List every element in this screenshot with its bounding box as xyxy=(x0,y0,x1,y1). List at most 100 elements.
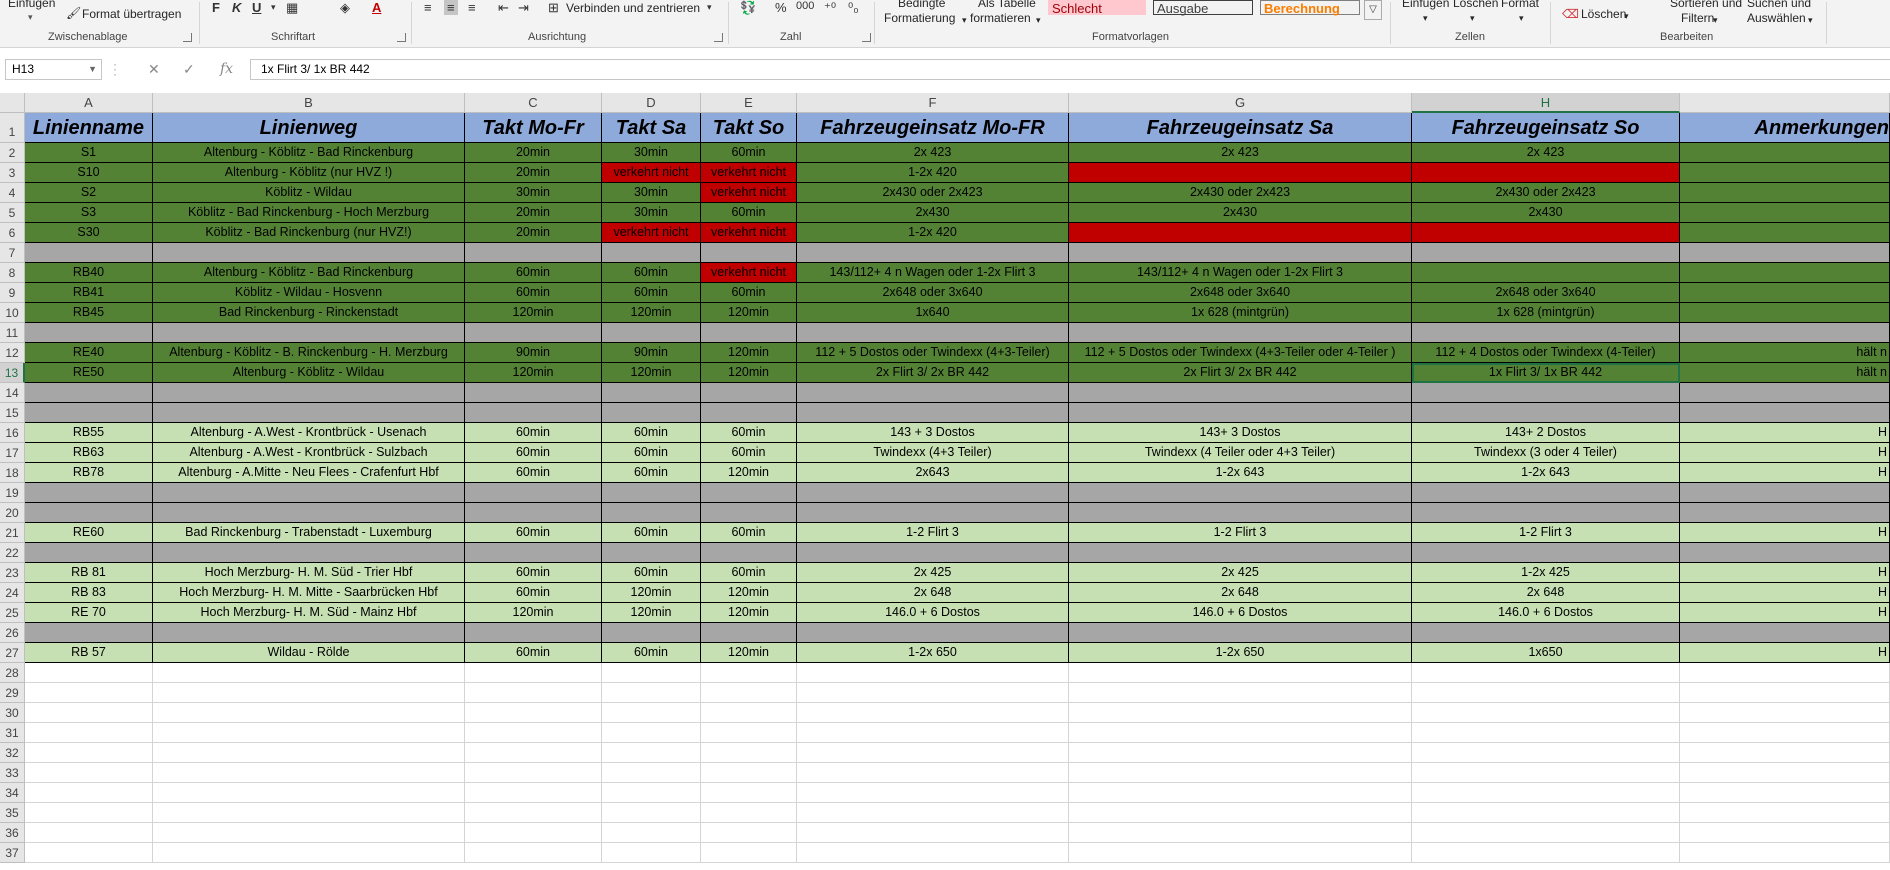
table-cell[interactable] xyxy=(1680,283,1890,303)
table-cell[interactable] xyxy=(701,723,797,743)
table-cell[interactable] xyxy=(465,663,602,683)
table-cell[interactable] xyxy=(153,703,465,723)
table-cell[interactable]: 20min xyxy=(465,143,602,163)
row-header[interactable]: 13 xyxy=(0,363,25,383)
row-header[interactable]: 18 xyxy=(0,463,25,483)
table-cell[interactable] xyxy=(602,243,701,263)
table-cell[interactable]: 30min xyxy=(602,183,701,203)
table-cell[interactable]: 60min xyxy=(465,283,602,303)
table-cell[interactable] xyxy=(1412,623,1680,643)
row-header[interactable]: 14 xyxy=(0,383,25,403)
table-cell[interactable] xyxy=(1069,483,1412,503)
decrease-indent-icon[interactable]: ⇤ xyxy=(498,0,509,16)
table-cell[interactable]: 60min xyxy=(602,443,701,463)
table-cell[interactable]: 2x Flirt 3/ 2x BR 442 xyxy=(797,363,1069,383)
row-header[interactable]: 29 xyxy=(0,683,25,703)
table-cell[interactable] xyxy=(1069,763,1412,783)
column-header[interactable]: H xyxy=(1412,93,1680,113)
row-header[interactable]: 21 xyxy=(0,523,25,543)
table-cell[interactable] xyxy=(1069,503,1412,523)
table-cell[interactable]: Köblitz - Wildau xyxy=(153,183,465,203)
table-cell[interactable]: 1-2x 650 xyxy=(1069,643,1412,663)
table-cell[interactable] xyxy=(1680,403,1890,423)
header-cell[interactable]: Linienweg xyxy=(153,113,465,143)
clipboard-launcher-icon[interactable] xyxy=(183,33,192,42)
table-cell[interactable]: Altenburg - Köblitz - Wildau xyxy=(153,363,465,383)
table-cell[interactable] xyxy=(153,403,465,423)
row-header[interactable]: 27 xyxy=(0,643,25,663)
table-cell[interactable]: 1-2 Flirt 3 xyxy=(1412,523,1680,543)
table-cell[interactable]: verkehrt nicht xyxy=(701,263,797,283)
table-cell[interactable] xyxy=(797,383,1069,403)
table-cell[interactable]: Altenburg - Köblitz - Bad Rinckenburg xyxy=(153,143,465,163)
delete-cells-button[interactable]: Löschen xyxy=(1453,0,1498,10)
table-cell[interactable]: 143+ 3 Dostos xyxy=(1069,423,1412,443)
table-cell[interactable]: 2x 425 xyxy=(1069,563,1412,583)
table-cell[interactable] xyxy=(25,763,153,783)
row-header[interactable]: 11 xyxy=(0,323,25,343)
table-cell[interactable]: 120min xyxy=(602,303,701,323)
table-cell[interactable] xyxy=(1412,383,1680,403)
table-cell[interactable] xyxy=(1680,383,1890,403)
table-cell[interactable] xyxy=(701,503,797,523)
table-cell[interactable] xyxy=(1680,803,1890,823)
accounting-format-icon[interactable]: 💱 xyxy=(740,0,756,16)
table-cell[interactable]: 30min xyxy=(465,183,602,203)
table-cell[interactable]: 120min xyxy=(701,343,797,363)
table-cell[interactable]: Twindexx (4 Teiler oder 4+3 Teiler) xyxy=(1069,443,1412,463)
column-header[interactable] xyxy=(1680,93,1890,113)
table-cell[interactable] xyxy=(1412,483,1680,503)
table-cell[interactable]: RE50 xyxy=(25,363,153,383)
conditional-dropdown-icon[interactable]: ▾ xyxy=(962,13,967,27)
table-cell[interactable]: 2x648 oder 3x640 xyxy=(1069,283,1412,303)
formula-input[interactable]: 1x Flirt 3/ 1x BR 442 xyxy=(250,59,1890,80)
table-cell[interactable] xyxy=(465,323,602,343)
table-cell[interactable]: RB41 xyxy=(25,283,153,303)
header-cell[interactable]: Fahrzeugeinsatz Sa xyxy=(1069,113,1412,143)
table-cell[interactable] xyxy=(1412,803,1680,823)
table-cell[interactable] xyxy=(25,723,153,743)
increase-indent-icon[interactable]: ⇥ xyxy=(518,0,529,16)
table-cell[interactable] xyxy=(1412,843,1680,863)
table-cell[interactable]: Twindexx (4+3 Teiler) xyxy=(797,443,1069,463)
table-cell[interactable]: Wildau - Rölde xyxy=(153,643,465,663)
table-cell[interactable] xyxy=(153,663,465,683)
table-cell[interactable] xyxy=(1069,803,1412,823)
row-header[interactable]: 23 xyxy=(0,563,25,583)
header-cell[interactable]: Linienname xyxy=(25,113,153,143)
table-cell[interactable]: verkehrt nicht xyxy=(701,183,797,203)
table-cell[interactable] xyxy=(701,783,797,803)
table-cell[interactable] xyxy=(797,823,1069,843)
table-cell[interactable] xyxy=(797,723,1069,743)
table-cell[interactable]: 120min xyxy=(465,603,602,623)
table-cell[interactable]: 146.0 + 6 Dostos xyxy=(797,603,1069,623)
table-cell[interactable] xyxy=(153,743,465,763)
increase-decimal-icon[interactable]: ⁺⁰ xyxy=(824,0,836,16)
column-header[interactable]: G xyxy=(1069,93,1412,113)
table-cell[interactable] xyxy=(1069,543,1412,563)
table-cell[interactable] xyxy=(797,543,1069,563)
table-cell[interactable] xyxy=(1680,763,1890,783)
table-cell[interactable]: 143+ 2 Dostos xyxy=(1412,423,1680,443)
table-cell[interactable] xyxy=(1412,403,1680,423)
table-cell[interactable] xyxy=(465,703,602,723)
table-cell[interactable] xyxy=(1069,243,1412,263)
table-cell[interactable] xyxy=(602,763,701,783)
table-cell[interactable] xyxy=(25,503,153,523)
column-header[interactable]: B xyxy=(153,93,465,113)
table-cell[interactable] xyxy=(25,683,153,703)
percent-button[interactable]: % xyxy=(775,0,787,15)
row-header[interactable]: 17 xyxy=(0,443,25,463)
name-box[interactable]: H13 ▼ xyxy=(5,59,102,80)
table-cell[interactable]: Altenburg - Köblitz - B. Rinckenburg - H… xyxy=(153,343,465,363)
table-cell[interactable] xyxy=(701,763,797,783)
row-header[interactable]: 34 xyxy=(0,783,25,803)
table-cell[interactable]: S2 xyxy=(25,183,153,203)
table-cell[interactable] xyxy=(465,783,602,803)
table-cell[interactable] xyxy=(1680,183,1890,203)
table-cell[interactable] xyxy=(797,663,1069,683)
row-header[interactable]: 6 xyxy=(0,223,25,243)
table-cell[interactable] xyxy=(465,823,602,843)
table-cell[interactable]: 30min xyxy=(602,203,701,223)
table-cell[interactable]: H xyxy=(1680,523,1890,543)
